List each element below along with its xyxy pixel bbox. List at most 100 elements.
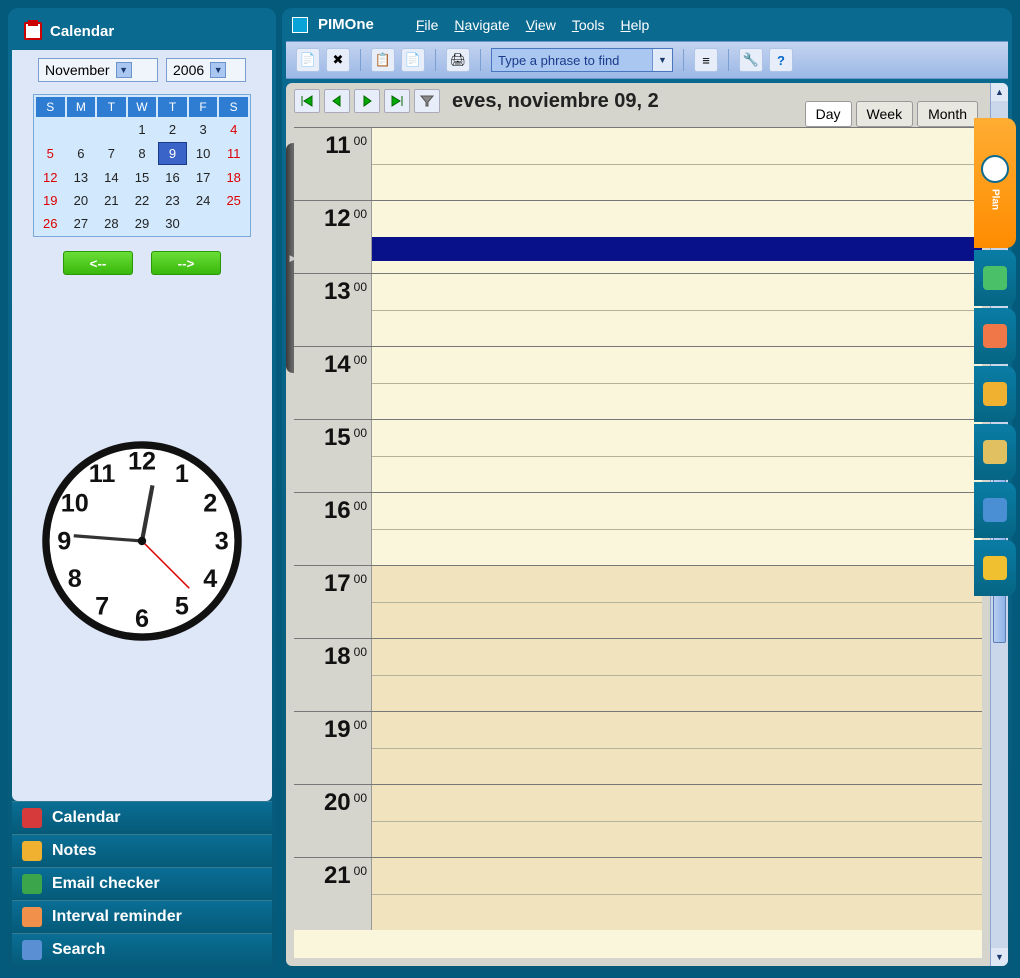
calendar-day[interactable]: 2 [158, 119, 187, 140]
hour-row[interactable]: 1500 [294, 419, 982, 492]
hour-row[interactable]: 1100 [294, 127, 982, 200]
calendar-day[interactable]: 19 [36, 190, 65, 211]
hour-row[interactable]: 1900 [294, 711, 982, 784]
menu-item[interactable]: Help [621, 17, 650, 33]
hour-row[interactable]: 1300 [294, 273, 982, 346]
calendar-day[interactable]: 9 [158, 142, 187, 165]
side-tabs: Plan [974, 118, 1016, 596]
menu-item[interactable]: File [416, 17, 439, 33]
options-button[interactable]: 🔧 [739, 48, 763, 72]
tab-week[interactable]: Week [856, 101, 914, 127]
svg-text:8: 8 [68, 565, 82, 593]
tab-month[interactable]: Month [917, 101, 978, 127]
calendar-day[interactable]: 11 [219, 142, 248, 165]
first-button[interactable] [294, 89, 320, 113]
prev-month-button[interactable]: <-- [63, 251, 133, 275]
menu-item[interactable]: Tools [572, 17, 605, 33]
calendar-day[interactable] [189, 213, 218, 234]
side-tab-star[interactable] [974, 540, 1016, 596]
calendar-day[interactable]: 28 [97, 213, 126, 234]
star-icon [983, 556, 1007, 580]
year-select[interactable]: 2006 ▼ [166, 58, 246, 82]
hour-row[interactable]: 1200 [294, 200, 982, 273]
hour-row[interactable]: 1700 [294, 565, 982, 638]
hour-row[interactable]: 2000 [294, 784, 982, 857]
next-button[interactable] [354, 89, 380, 113]
prev-button[interactable] [324, 89, 350, 113]
hour-row[interactable]: 2100 [294, 857, 982, 930]
scroll-up[interactable]: ▲ [991, 83, 1008, 101]
svg-text:9: 9 [57, 527, 71, 555]
search-dropdown[interactable]: ▼ [652, 49, 672, 71]
scroll-down[interactable]: ▼ [991, 948, 1008, 966]
search-input[interactable] [492, 49, 652, 71]
chevron-down-icon: ▼ [116, 62, 132, 78]
delete-button[interactable]: ✖ [326, 48, 350, 72]
paste-button[interactable]: 📄 [401, 48, 425, 72]
hour-row[interactable]: 1600 [294, 492, 982, 565]
sidebar-item-calendar[interactable]: Calendar [12, 801, 272, 834]
calendar-day[interactable]: 22 [128, 190, 157, 211]
hour-row[interactable]: 1800 [294, 638, 982, 711]
new-button[interactable]: 📄 [296, 48, 320, 72]
calendar-day[interactable]: 13 [67, 167, 96, 188]
calendar-day[interactable]: 26 [36, 213, 65, 234]
calendar-day[interactable]: 10 [189, 142, 218, 165]
side-tab-plan[interactable]: Plan [974, 118, 1016, 248]
calendar-day[interactable]: 1 [128, 119, 157, 140]
calendar-day[interactable]: 8 [128, 142, 157, 165]
sidebar-item-email checker[interactable]: Email checker [12, 867, 272, 900]
calendar-day[interactable]: 20 [67, 190, 96, 211]
list-button[interactable]: ≡ [694, 48, 718, 72]
hour-row[interactable]: 1400 [294, 346, 982, 419]
schedule[interactable]: 1100 1200 1300 1400 1500 1600 1700 1800 … [294, 127, 982, 958]
calendar-day[interactable]: 12 [36, 167, 65, 188]
calendar-day[interactable]: 16 [158, 167, 187, 188]
tab-day[interactable]: Day [805, 101, 852, 127]
calendar-day[interactable]: 25 [219, 190, 248, 211]
side-tab-contacts[interactable] [974, 308, 1016, 364]
print-button[interactable]: 🖨 [446, 48, 470, 72]
side-tab-lock[interactable] [974, 424, 1016, 480]
calendar-day[interactable]: 5 [36, 142, 65, 165]
menu-item[interactable]: Navigate [454, 17, 509, 33]
sidebar-item-notes[interactable]: Notes [12, 834, 272, 867]
menu-item[interactable]: View [526, 17, 556, 33]
calendar-day[interactable]: 23 [158, 190, 187, 211]
calendar-day[interactable] [219, 213, 248, 234]
next-month-button[interactable]: --> [151, 251, 221, 275]
clock-icon [981, 155, 1009, 183]
time-label: 1600 [294, 493, 372, 565]
filter-button[interactable] [414, 89, 440, 113]
calendar-day[interactable]: 6 [67, 142, 96, 165]
calendar-day[interactable] [36, 119, 65, 140]
day-toolbar: eves, noviembre 09, 2 DayWeekMonth [286, 83, 990, 119]
side-tab-todo[interactable] [974, 250, 1016, 306]
calendar-day[interactable]: 4 [219, 119, 248, 140]
calendar-day[interactable]: 27 [67, 213, 96, 234]
view-tabs: DayWeekMonth [805, 101, 978, 127]
sidebar-item-search[interactable]: Search [12, 933, 272, 966]
help-button[interactable]: ? [769, 48, 793, 72]
last-button[interactable] [384, 89, 410, 113]
month-nav-buttons: <-- --> [63, 251, 221, 275]
calendar-day[interactable] [97, 119, 126, 140]
calendar-day[interactable]: 29 [128, 213, 157, 234]
side-tab-users[interactable] [974, 366, 1016, 422]
sidebar-item-interval reminder[interactable]: Interval reminder [12, 900, 272, 933]
calendar-day[interactable]: 3 [189, 119, 218, 140]
calendar-day[interactable]: 17 [189, 167, 218, 188]
calendar-day[interactable]: 14 [97, 167, 126, 188]
calendar-day[interactable]: 18 [219, 167, 248, 188]
side-tab-folder[interactable] [974, 482, 1016, 538]
calendar-day[interactable] [67, 119, 96, 140]
calendar-day[interactable]: 24 [189, 190, 218, 211]
month-select[interactable]: November ▼ [38, 58, 158, 82]
calendar-day[interactable]: 7 [97, 142, 126, 165]
sidebar-nav: Calendar Notes Email checker Interval re… [12, 801, 272, 966]
calendar-day[interactable]: 30 [158, 213, 187, 234]
svg-text:5: 5 [175, 593, 189, 621]
copy-button[interactable]: 📋 [371, 48, 395, 72]
calendar-day[interactable]: 15 [128, 167, 157, 188]
calendar-day[interactable]: 21 [97, 190, 126, 211]
